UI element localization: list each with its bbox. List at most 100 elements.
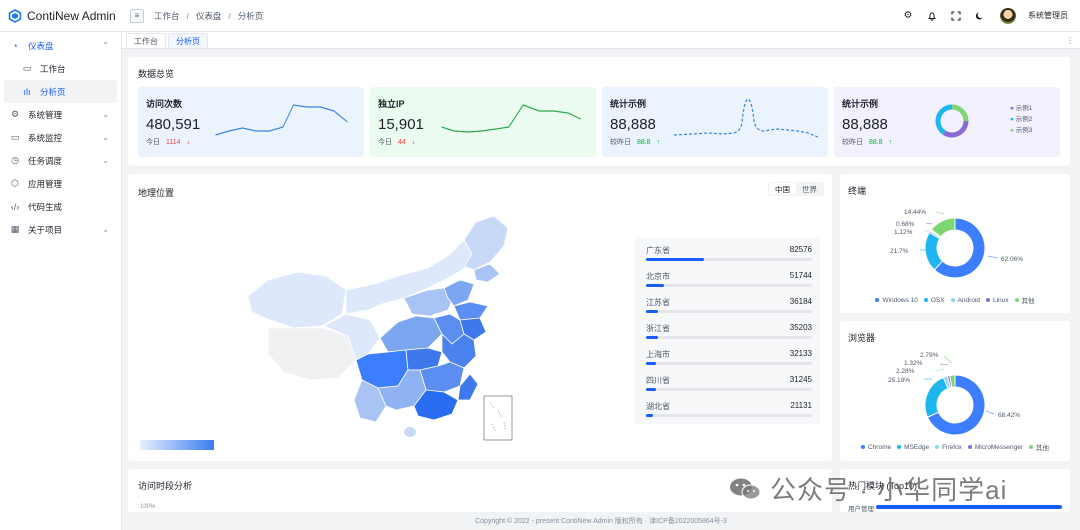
sidebar-item-label: 系统管理	[28, 109, 63, 120]
terminal-donut-chart[interactable]: 14.44% 0.68% 1.12% 21.7% 62.06%	[840, 198, 1070, 298]
clock-icon: ◷	[11, 155, 19, 165]
geo-title: 地理位置	[138, 188, 175, 198]
slice-label: 14.44%	[904, 209, 926, 216]
logo-icon	[8, 8, 22, 23]
ranking-bar-fill	[646, 336, 658, 339]
legend-item[interactable]: Firefox	[935, 442, 962, 452]
browser-slice[interactable]	[924, 376, 949, 418]
ranking-row: 浙江省 35203	[646, 319, 812, 345]
stat-title: 统计示例	[842, 99, 879, 109]
legend-item: ● 示例3	[1010, 127, 1033, 134]
stat-sub: 较昨日 88.8 ↑	[842, 137, 892, 147]
fullscreen-icon[interactable]	[950, 10, 962, 22]
province-name: 湖北省	[646, 402, 670, 411]
slice-label: 62.06%	[1001, 256, 1023, 263]
slice-label: 1.32%	[904, 360, 923, 367]
menu-collapse-button[interactable]: ≡	[130, 8, 144, 23]
sidebar-item-schedule[interactable]: ◷ 任务调度 ⌄	[0, 149, 121, 172]
mini-donut-legend: ● 示例1 ● 示例2 ● 示例3	[1010, 103, 1032, 136]
overview-card: 数据总览 访问次数 480,591 今日 1114 ↓ 独立IP 15,901 …	[128, 57, 1070, 166]
user-name[interactable]: 系统管理员	[1028, 10, 1068, 21]
slice-label: 2.79%	[920, 352, 939, 359]
ranking-bar-track	[646, 362, 812, 365]
breadcrumb-separator: /	[186, 10, 189, 21]
province-value: 21131	[790, 401, 812, 410]
stat-card-example-1: 统计示例 88,888 较昨日 88.8 ↑	[602, 87, 828, 157]
stat-value: 15,901	[378, 116, 424, 133]
ranking-row: 广东省 82576	[646, 241, 812, 267]
ip-sparkline	[441, 104, 581, 133]
province-value: 35203	[789, 323, 812, 332]
legend-item[interactable]: OSX	[923, 295, 945, 305]
breadcrumb-item[interactable]: 仪表盘	[196, 10, 222, 22]
breadcrumb-item[interactable]: 工作台	[154, 10, 180, 22]
wechat-icon	[730, 478, 761, 499]
toggle-china[interactable]: 中国	[769, 183, 796, 195]
stat-card-ip: 独立IP 15,901 今日 44 ↓	[370, 87, 596, 157]
tab-workbench[interactable]: 工作台	[126, 33, 166, 48]
sidebar-item-label: 关于项目	[28, 224, 63, 235]
app-title: ContiNew Admin	[27, 8, 116, 23]
sidebar-item-about[interactable]: ▦ 关于项目 ⌄	[0, 218, 121, 241]
sidebar-item-workbench[interactable]: ▭ 工作台	[0, 57, 121, 80]
cube-icon: ⬡	[11, 178, 19, 188]
sidebar-item-analysis[interactable]: ılı 分析页	[4, 80, 117, 103]
breadcrumb-item: 分析页	[237, 10, 264, 21]
province-value: 51744	[789, 271, 812, 280]
bell-icon[interactable]	[926, 10, 938, 22]
sidebar-item-label: 分析页	[40, 86, 66, 97]
legend-item[interactable]: 其他	[1028, 442, 1049, 452]
stat-title: 统计示例	[610, 99, 647, 109]
legend-item[interactable]: MSEdge	[897, 442, 929, 452]
sidebar-item-monitor[interactable]: ▭ 系统监控 ⌄	[0, 126, 121, 149]
arrow-down-icon: ↓	[411, 139, 416, 146]
legend-item[interactable]: Linux	[986, 295, 1009, 305]
sidebar-item-codegen[interactable]: ‹/› 代码生成	[0, 195, 121, 218]
browser-donut-chart[interactable]: 2.79% 1.32% 2.28% 25.19% 68.42%	[840, 345, 1070, 445]
province-name: 浙江省	[646, 324, 670, 333]
ranking-row: 湖北省 21131	[646, 397, 812, 423]
province-ranking: 广东省 82576 北京市 51744 江苏省 36184 浙江省 35203 …	[634, 237, 820, 424]
sidebar-item-apps[interactable]: ⬡ 应用管理	[0, 172, 121, 195]
stat-sub-label: 较昨日	[610, 139, 631, 146]
chevron-down-icon: ⌄	[102, 110, 109, 119]
page-tabs: 工作台 分析页 ⋮	[122, 32, 1080, 49]
province-name: 北京市	[646, 272, 670, 281]
legend-item[interactable]: MicroMessenger	[967, 442, 1023, 452]
legend-item[interactable]: Windows 10	[875, 295, 918, 305]
more-icon[interactable]: ⋮	[1066, 36, 1074, 45]
stat-value: 480,591	[146, 116, 201, 133]
stat-value: 88,888	[842, 116, 888, 133]
tab-analysis[interactable]: 分析页	[168, 33, 208, 48]
y-axis-tick: 100%	[140, 504, 156, 510]
app-logo[interactable]: ContiNew Admin	[0, 9, 122, 23]
settings-icon[interactable]: ⚙	[902, 10, 914, 22]
sidebar-item-label: 代码生成	[28, 201, 63, 212]
time-analysis-title: 访问时段分析	[138, 481, 193, 491]
slice-label: 1.12%	[894, 229, 913, 236]
stat-sub: 今日 1114 ↓	[146, 137, 190, 147]
terminal-card: 终端 14.44% 0.68% 1.12% 21.7% 62.06% Windo…	[840, 174, 1070, 313]
stat-sub: 较昨日 88.8 ↑	[610, 137, 660, 147]
breadcrumb-separator: /	[228, 10, 231, 21]
arrow-up-icon: ↑	[888, 139, 893, 146]
legend-item[interactable]: Chrome	[861, 442, 891, 452]
sidebar-item-dashboard[interactable]: ◔ 仪表盘 ⌃	[0, 34, 121, 57]
map-color-scale[interactable]	[140, 440, 214, 450]
ranking-bar-track	[646, 258, 812, 261]
toggle-world[interactable]: 世界	[796, 183, 823, 195]
province-name: 上海市	[646, 350, 670, 359]
stat-sub-value: 88.8	[868, 139, 883, 146]
dark-mode-icon[interactable]	[974, 10, 986, 22]
user-avatar[interactable]	[1000, 7, 1016, 24]
sidebar-item-system[interactable]: ⚙ 系统管理 ⌄	[0, 103, 121, 126]
chevron-down-icon: ⌄	[102, 133, 109, 142]
stat-sub-label: 今日	[378, 139, 392, 146]
ranking-bar-track	[646, 310, 812, 313]
slice-label: 21.7%	[890, 248, 909, 255]
legend-item[interactable]: Android	[950, 295, 980, 305]
terminal-title: 终端	[848, 186, 867, 196]
china-map[interactable]	[238, 210, 538, 450]
ranking-bar-fill	[646, 310, 658, 313]
legend-item[interactable]: 其他	[1014, 295, 1035, 305]
